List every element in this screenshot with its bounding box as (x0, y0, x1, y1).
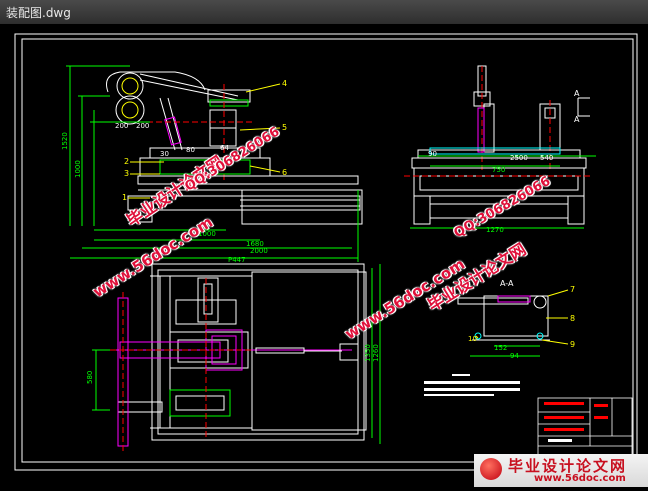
dim-30: 30 (160, 150, 169, 158)
logo-emblem-icon (480, 458, 502, 480)
dim-64: 64 (220, 144, 229, 152)
dim-1270: 1270 (486, 226, 504, 234)
dim-750: 750 (492, 166, 505, 174)
section-title: A-A (500, 279, 514, 288)
window-title: 装配图.dwg (6, 6, 71, 20)
dim-p447: P447 (228, 256, 246, 264)
site-logo-banner[interactable]: 毕业设计论文网 www.56doc.com (474, 454, 648, 487)
dim-1350: 1350 (364, 344, 372, 362)
part-label-9: 9 (570, 340, 575, 349)
window-titlebar: 装配图.dwg (0, 0, 648, 25)
dim-80: 80 (186, 146, 195, 154)
part-label-6: 6 (282, 168, 287, 177)
dim-2000: 2000 (250, 247, 268, 255)
part-label-3: 3 (124, 169, 129, 178)
part-label-7: 7 (570, 285, 575, 294)
section-mark-a2: A (574, 115, 580, 124)
dim-1520: 1520 (61, 132, 69, 150)
dim-94: 94 (510, 352, 519, 360)
section-view: A-A 152 94 7 8 9 10 (457, 279, 575, 360)
dim-2500: 2500 (510, 154, 528, 162)
dim-152: 152 (494, 344, 507, 352)
part-label-4: 4 (282, 79, 287, 88)
tech-notes (424, 374, 520, 396)
part-label-5: 5 (282, 123, 287, 132)
dim-1260: 1260 (372, 344, 380, 362)
title-block (537, 397, 633, 459)
dim-540: 540 (540, 154, 553, 162)
part-label-10: 10 (468, 335, 477, 343)
part-label-8: 8 (570, 314, 575, 323)
frame-inner (21, 38, 634, 463)
dim-90: 90 (428, 150, 437, 158)
drawing-canvas[interactable]: 1520 1000 200 200 80 30 64 1000 1680 200… (0, 24, 648, 487)
dim-200-a: 200 (115, 122, 128, 130)
plan-view: 580 1350 1260 (86, 263, 381, 452)
logo-site-text: www.56doc.com (534, 473, 626, 484)
dim-580: 580 (86, 371, 94, 384)
frame-outer (14, 33, 638, 471)
section-mark-a1: A (574, 89, 580, 98)
part-label-2: 2 (124, 157, 129, 166)
dim-200-b: 200 (136, 122, 149, 130)
dim-1000-v: 1000 (74, 160, 82, 178)
part-label-1: 1 (122, 193, 127, 202)
